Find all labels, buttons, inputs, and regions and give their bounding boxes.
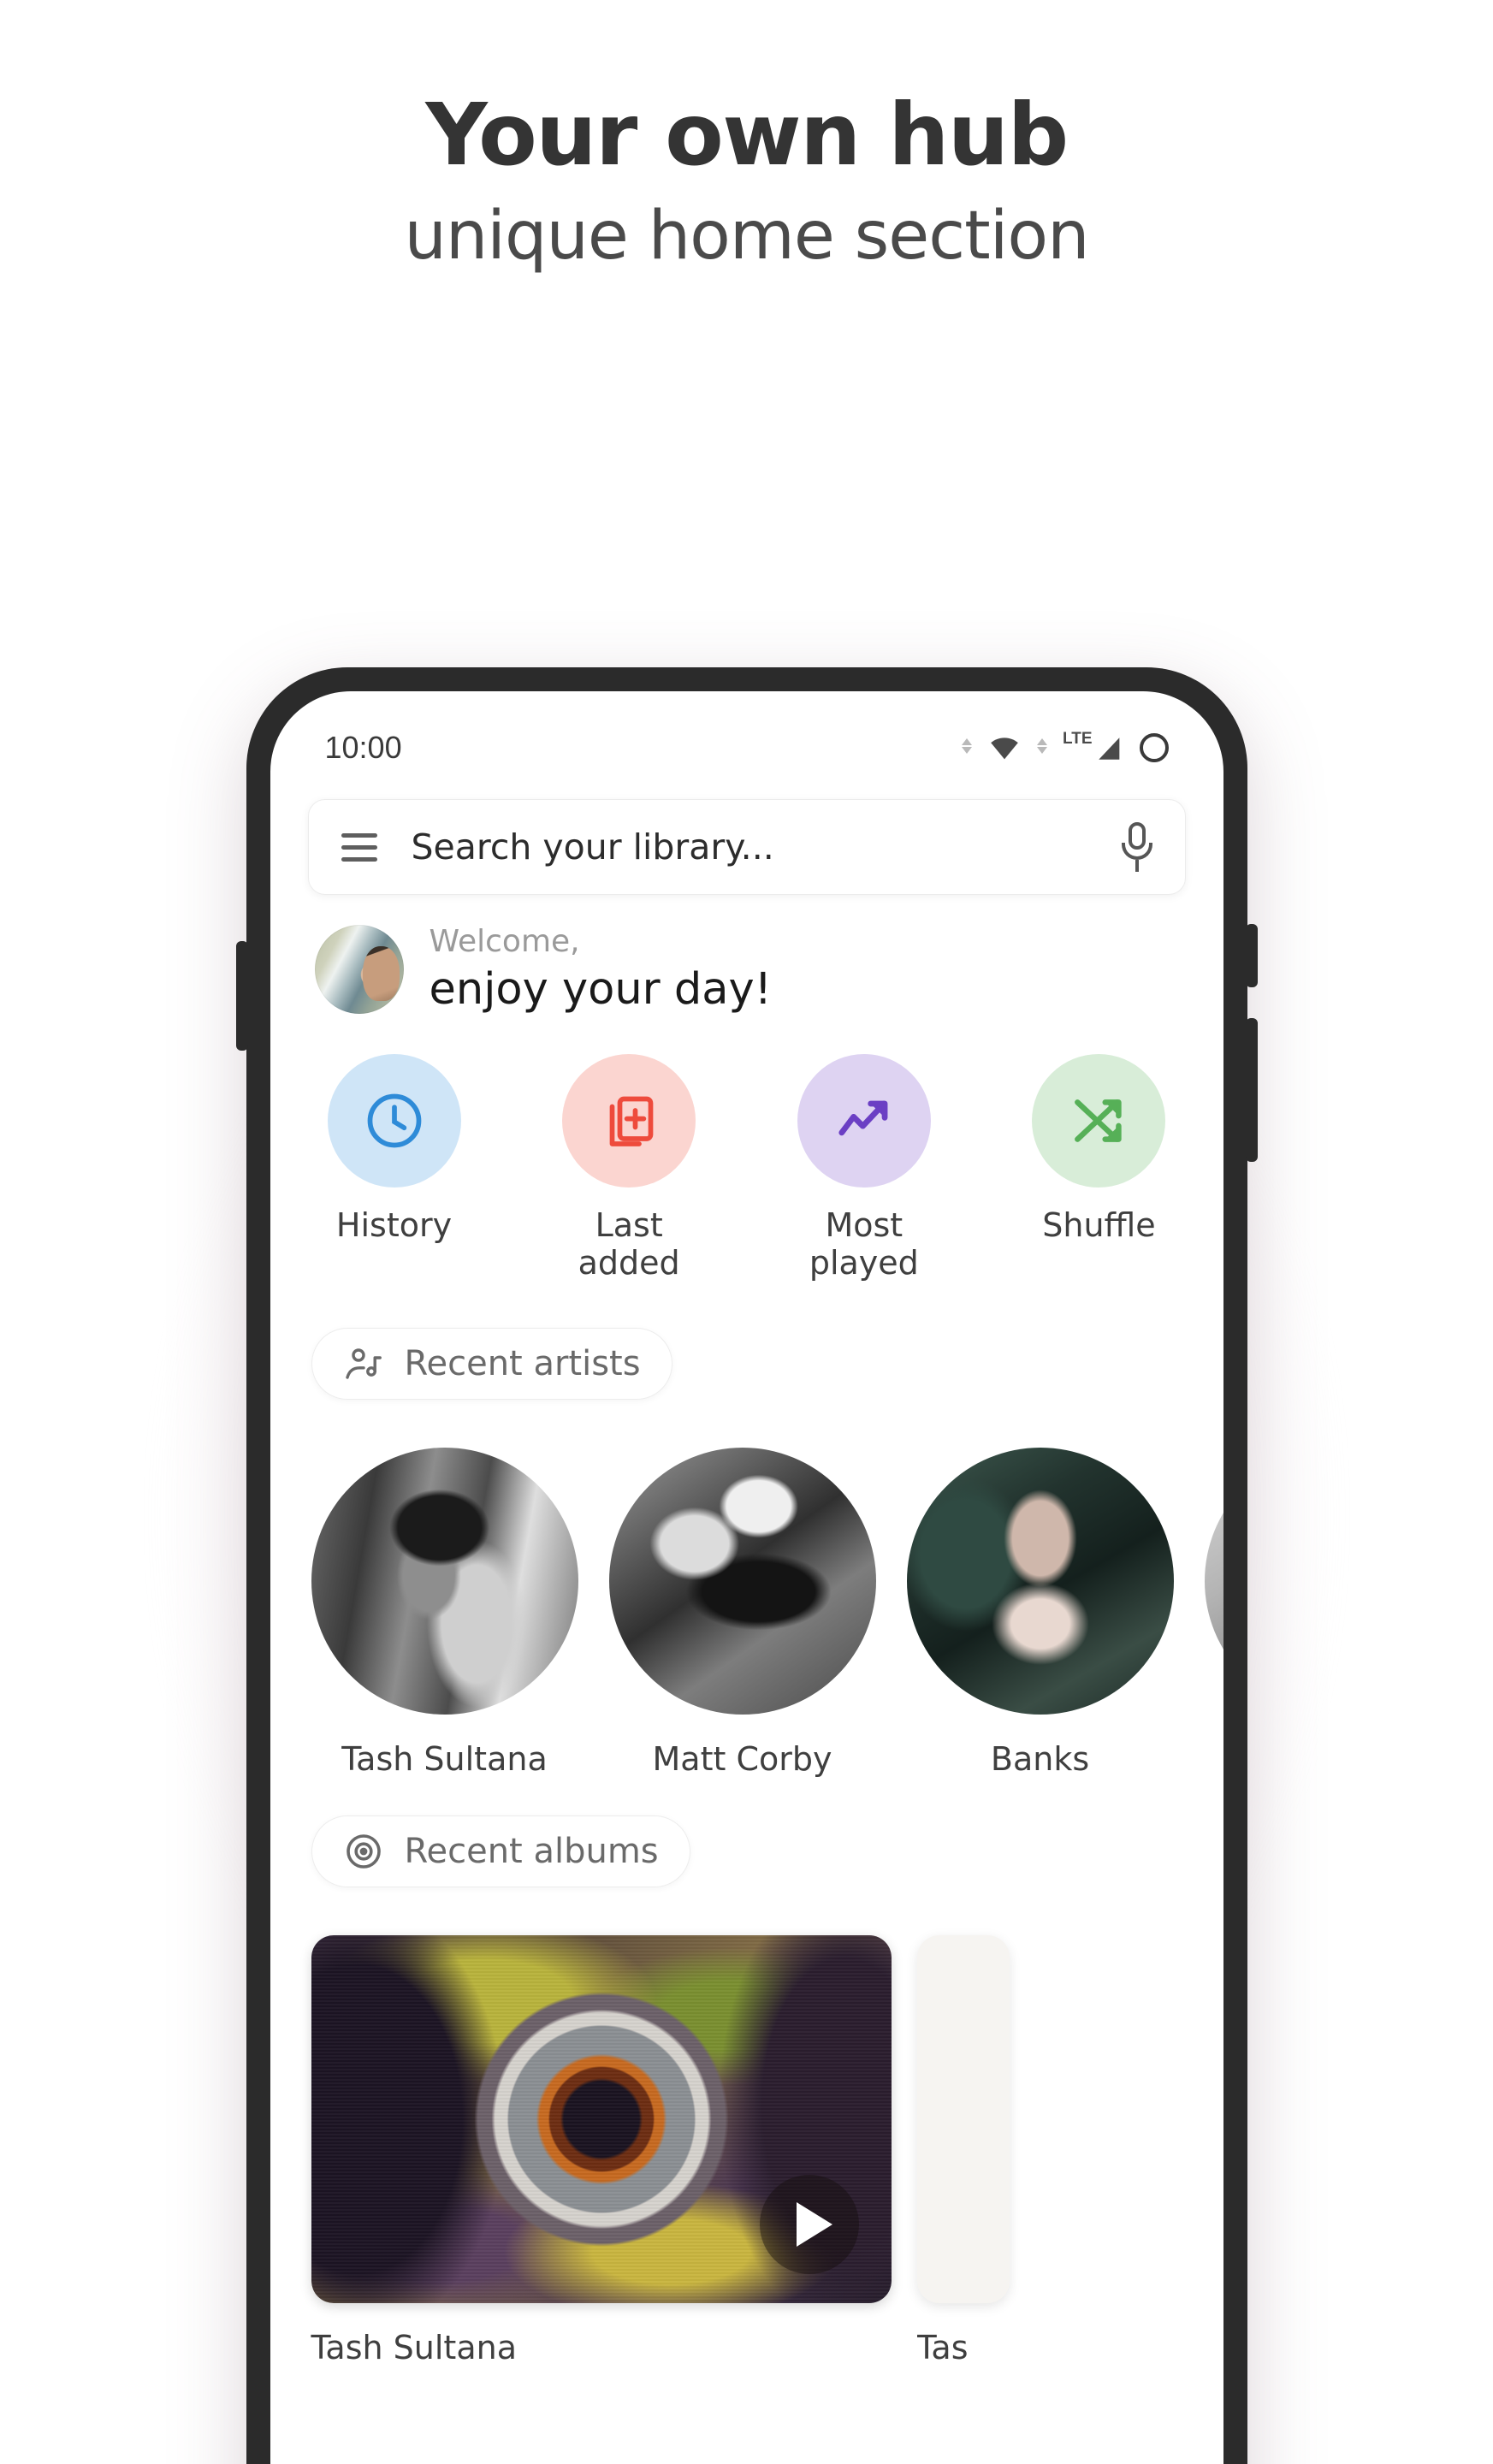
person-music-icon [345,1348,382,1379]
album-caption-partial: Tas [916,2329,969,2366]
artist-card[interactable]: Matt Corby [608,1448,876,1778]
artist-name: Matt Corby [652,1740,832,1778]
welcome-message: enjoy your day! [429,964,773,1015]
clock-icon [367,1093,421,1148]
status-icons: LTE [962,731,1169,766]
recent-albums-section-header: Recent albums [270,1815,1223,1887]
shuffle-icon-circle [1032,1054,1166,1188]
wifi-icon [991,737,1018,760]
trending-up-icon [838,1100,888,1136]
shuffle-icon [1075,1099,1123,1142]
album-artwork [311,1935,892,2303]
battery-icon [1139,733,1169,762]
recent-artists-section-header: Recent artists [270,1328,1223,1400]
artist-photo [311,1448,578,1715]
welcome-block: Welcome, enjoy your day! [314,924,1186,1015]
phone-screen: 10:00 LTE Search your library... Welcome… [270,691,1223,2464]
phone-volume-button[interactable] [235,941,248,1051]
status-time: 10:00 [324,730,402,765]
artist-photo [1204,1448,1223,1715]
promo-title: Your own hub [425,85,1069,185]
data-transfer-arrows-icon [962,738,973,754]
quick-action-label: Shuffle [1042,1206,1156,1244]
search-bar[interactable]: Search your library... [307,799,1186,895]
artist-card[interactable]: Banks [906,1448,1174,1778]
phone-mockup: 10:00 LTE Search your library... Welcome… [235,667,1258,2464]
artist-photo [608,1448,876,1715]
play-icon [796,2202,832,2247]
quick-actions: History Last added Most played Shuffle [313,1054,1181,1282]
recent-albums-list[interactable] [311,1935,1223,2303]
vinyl-disc-icon [346,1834,381,1869]
microphone-icon[interactable] [1121,822,1152,872]
quick-action-most-played[interactable]: Most played [783,1054,945,1282]
most-played-icon-circle [797,1054,931,1188]
last-added-icon-circle [562,1054,696,1188]
quick-action-history[interactable]: History [313,1054,476,1282]
artist-card-partial[interactable] [1204,1448,1223,1778]
artist-photo [906,1448,1174,1715]
history-icon-circle [327,1054,461,1188]
chip-label: Recent artists [404,1344,641,1383]
chip-label: Recent albums [404,1832,659,1871]
recent-artists-list[interactable]: Tash Sultana Matt Corby Banks [311,1448,1223,1778]
data-transfer-arrows-icon-2 [1037,738,1048,754]
artist-name: Tash Sultana [341,1740,548,1778]
quick-action-shuffle[interactable]: Shuffle [1017,1054,1180,1282]
welcome-text: Welcome, enjoy your day! [430,924,773,1015]
promo-subtitle: unique home section [404,198,1089,275]
quick-action-label: Last added [578,1206,680,1282]
artist-card[interactable]: Tash Sultana [311,1448,578,1778]
signal-lte-icon: LTE [1063,731,1123,766]
phone-side-button[interactable] [1245,1018,1258,1162]
album-caption: Tash Sultana [311,2329,518,2366]
phone-power-button[interactable] [1245,924,1258,987]
album-artwork-partial [916,1935,1010,2303]
network-type-label: LTE [1063,729,1093,748]
chip-recent-artists[interactable]: Recent artists [311,1328,672,1400]
quick-action-label: History [335,1206,453,1244]
welcome-greeting: Welcome, [429,924,580,959]
artist-name: Banks [990,1740,1090,1778]
avatar[interactable] [314,925,404,1014]
album-captions: Tash Sultana Tas [311,2303,1223,2366]
search-input[interactable]: Search your library... [412,826,1122,868]
quick-action-label: Most played [809,1206,919,1282]
play-button[interactable] [759,2175,859,2274]
add-card-icon [609,1096,654,1146]
chip-recent-albums[interactable]: Recent albums [311,1815,690,1887]
status-bar: 10:00 LTE [270,691,1223,784]
hamburger-menu-icon[interactable] [341,832,377,862]
signal-bars-icon [1098,737,1119,760]
promo-header: Your own hub unique home section [0,89,1493,274]
quick-action-last-added[interactable]: Last added [548,1054,710,1282]
album-card-partial[interactable] [916,1935,1010,2303]
album-card[interactable] [311,1935,892,2303]
